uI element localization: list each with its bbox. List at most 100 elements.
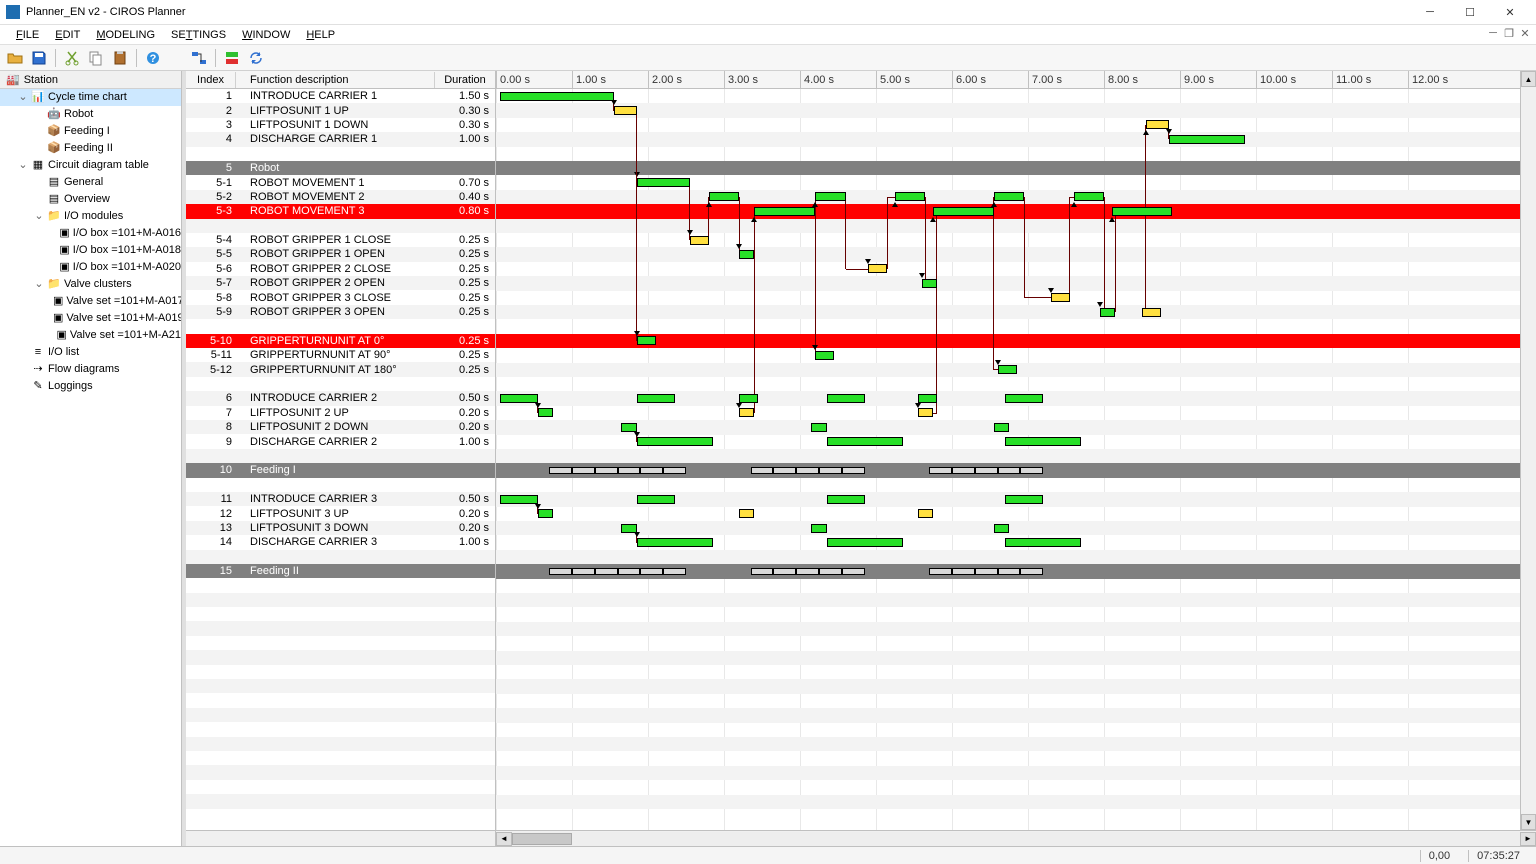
task-row[interactable] bbox=[186, 449, 495, 463]
gantt-row[interactable] bbox=[496, 708, 1520, 722]
gantt-bar[interactable] bbox=[933, 207, 994, 216]
task-row[interactable]: 10Feeding I bbox=[186, 463, 495, 477]
task-row[interactable] bbox=[186, 319, 495, 333]
gantt-bar[interactable] bbox=[549, 467, 572, 474]
horizontal-scrollbar[interactable]: ◄ ► bbox=[186, 830, 1536, 846]
gantt-bar[interactable] bbox=[922, 279, 937, 288]
cut-button[interactable] bbox=[61, 47, 83, 69]
task-row[interactable]: 4DISCHARGE CARRIER 11.00 s bbox=[186, 132, 495, 146]
task-table[interactable]: Index Function description Duration 1INT… bbox=[186, 71, 496, 830]
gantt-row[interactable] bbox=[496, 406, 1520, 420]
gantt-bar[interactable] bbox=[827, 495, 865, 504]
gantt-bar[interactable] bbox=[1169, 135, 1245, 144]
task-row[interactable]: 7LIFTPOSUNIT 2 UP0.20 s bbox=[186, 406, 495, 420]
gantt-bar[interactable] bbox=[773, 467, 796, 474]
gantt-bar[interactable] bbox=[739, 408, 754, 417]
scroll-left-button[interactable]: ◄ bbox=[496, 832, 512, 846]
tree-item[interactable]: ⌄▦Circuit diagram table bbox=[0, 157, 181, 174]
gantt-bar[interactable] bbox=[621, 423, 636, 432]
tree-twist-icon[interactable]: ⌄ bbox=[18, 158, 28, 173]
gantt-bar[interactable] bbox=[739, 250, 754, 259]
menu-modeling[interactable]: MODELING bbox=[88, 27, 163, 43]
gantt-bar[interactable] bbox=[572, 568, 595, 575]
task-row[interactable]: 14DISCHARGE CARRIER 31.00 s bbox=[186, 535, 495, 549]
gantt-row[interactable] bbox=[496, 795, 1520, 809]
gantt-bar[interactable] bbox=[1005, 495, 1043, 504]
gantt-row[interactable] bbox=[496, 118, 1520, 132]
gantt-bar[interactable] bbox=[918, 509, 933, 518]
gantt-bar[interactable] bbox=[998, 365, 1017, 374]
gantt-bar[interactable] bbox=[827, 538, 903, 547]
gantt-row[interactable] bbox=[496, 262, 1520, 276]
gantt-row[interactable] bbox=[496, 291, 1520, 305]
paste-button[interactable] bbox=[109, 47, 131, 69]
gantt-bar[interactable] bbox=[637, 437, 713, 446]
gantt-bar[interactable] bbox=[690, 236, 709, 245]
gantt-row[interactable] bbox=[496, 751, 1520, 765]
gantt-bar[interactable] bbox=[1020, 568, 1043, 575]
gantt-bar[interactable] bbox=[618, 568, 641, 575]
vertical-scrollbar[interactable]: ▲ ▼ bbox=[1520, 71, 1536, 830]
gantt-bar[interactable] bbox=[595, 467, 618, 474]
tree-twist-icon[interactable]: ⌄ bbox=[34, 277, 44, 292]
gantt-bar[interactable] bbox=[994, 423, 1009, 432]
gantt-bar[interactable] bbox=[1005, 538, 1081, 547]
task-row[interactable]: 5-9ROBOT GRIPPER 3 OPEN0.25 s bbox=[186, 305, 495, 319]
tree-item[interactable]: ⌄📊Cycle time chart bbox=[0, 89, 181, 106]
task-row[interactable] bbox=[186, 780, 495, 794]
tree-item[interactable]: ✎Loggings bbox=[0, 378, 181, 395]
task-row[interactable]: 5-3ROBOT MOVEMENT 30.80 s bbox=[186, 204, 495, 218]
task-row[interactable]: 6INTRODUCE CARRIER 20.50 s bbox=[186, 391, 495, 405]
task-row[interactable]: 1INTRODUCE CARRIER 11.50 s bbox=[186, 89, 495, 103]
gantt-bar[interactable] bbox=[1142, 308, 1161, 317]
gantt-bar[interactable] bbox=[595, 568, 618, 575]
mdi-minimize-button[interactable]: ─ bbox=[1486, 27, 1500, 39]
gantt-bar[interactable] bbox=[500, 495, 538, 504]
task-row[interactable] bbox=[186, 377, 495, 391]
gantt-bar[interactable] bbox=[952, 568, 975, 575]
tree-item[interactable]: ▣Valve set =101+M-A017 bbox=[0, 293, 181, 310]
gantt-bar[interactable] bbox=[500, 394, 538, 403]
task-row[interactable]: 9DISCHARGE CARRIER 21.00 s bbox=[186, 434, 495, 448]
scroll-up-button[interactable]: ▲ bbox=[1521, 71, 1536, 87]
gantt-row[interactable] bbox=[496, 233, 1520, 247]
tree-item[interactable]: 📦Feeding I bbox=[0, 123, 181, 140]
gantt-row[interactable] bbox=[496, 103, 1520, 117]
gantt-bar[interactable] bbox=[1112, 207, 1173, 216]
gantt-bar[interactable] bbox=[754, 207, 815, 216]
gantt-bar[interactable] bbox=[918, 408, 933, 417]
col-index[interactable]: Index bbox=[186, 72, 236, 88]
maximize-button[interactable]: ☐ bbox=[1450, 1, 1490, 23]
task-row[interactable] bbox=[186, 593, 495, 607]
task-row[interactable]: 5-10GRIPPERTURNUNIT AT 0°0.25 s bbox=[186, 334, 495, 348]
tree-item[interactable]: ▤General bbox=[0, 174, 181, 191]
gantt-row[interactable] bbox=[496, 377, 1520, 391]
gantt-bar[interactable] bbox=[842, 467, 865, 474]
scroll-thumb[interactable] bbox=[512, 833, 572, 845]
task-row[interactable]: 5-7ROBOT GRIPPER 2 OPEN0.25 s bbox=[186, 276, 495, 290]
mdi-close-button[interactable]: ✕ bbox=[1518, 27, 1532, 39]
gantt-bar[interactable] bbox=[663, 568, 686, 575]
gantt-bar[interactable] bbox=[538, 408, 553, 417]
gantt-row[interactable] bbox=[496, 319, 1520, 333]
task-row[interactable]: 5-5ROBOT GRIPPER 1 OPEN0.25 s bbox=[186, 247, 495, 261]
gantt-row[interactable] bbox=[496, 737, 1520, 751]
gantt-row[interactable] bbox=[496, 636, 1520, 650]
gantt-bar[interactable] bbox=[815, 192, 845, 201]
gantt-bar[interactable] bbox=[538, 509, 553, 518]
tree-item[interactable]: ⌄📁I/O modules bbox=[0, 208, 181, 225]
gantt-bar[interactable] bbox=[614, 106, 637, 115]
task-row[interactable]: 5-12GRIPPERTURNUNIT AT 180°0.25 s bbox=[186, 362, 495, 376]
gantt-row[interactable] bbox=[496, 204, 1520, 218]
tree-item[interactable]: ▣Valve set =101+M-A019 bbox=[0, 310, 181, 327]
task-row[interactable] bbox=[186, 665, 495, 679]
gantt-bar[interactable] bbox=[1051, 293, 1070, 302]
open-button[interactable] bbox=[4, 47, 26, 69]
gantt-bar[interactable] bbox=[1005, 394, 1043, 403]
gantt-row[interactable] bbox=[496, 247, 1520, 261]
gantt-row[interactable] bbox=[496, 723, 1520, 737]
gantt-bar[interactable] bbox=[1074, 192, 1104, 201]
task-row[interactable] bbox=[186, 737, 495, 751]
task-row[interactable] bbox=[186, 219, 495, 233]
gantt-bar[interactable] bbox=[918, 394, 937, 403]
